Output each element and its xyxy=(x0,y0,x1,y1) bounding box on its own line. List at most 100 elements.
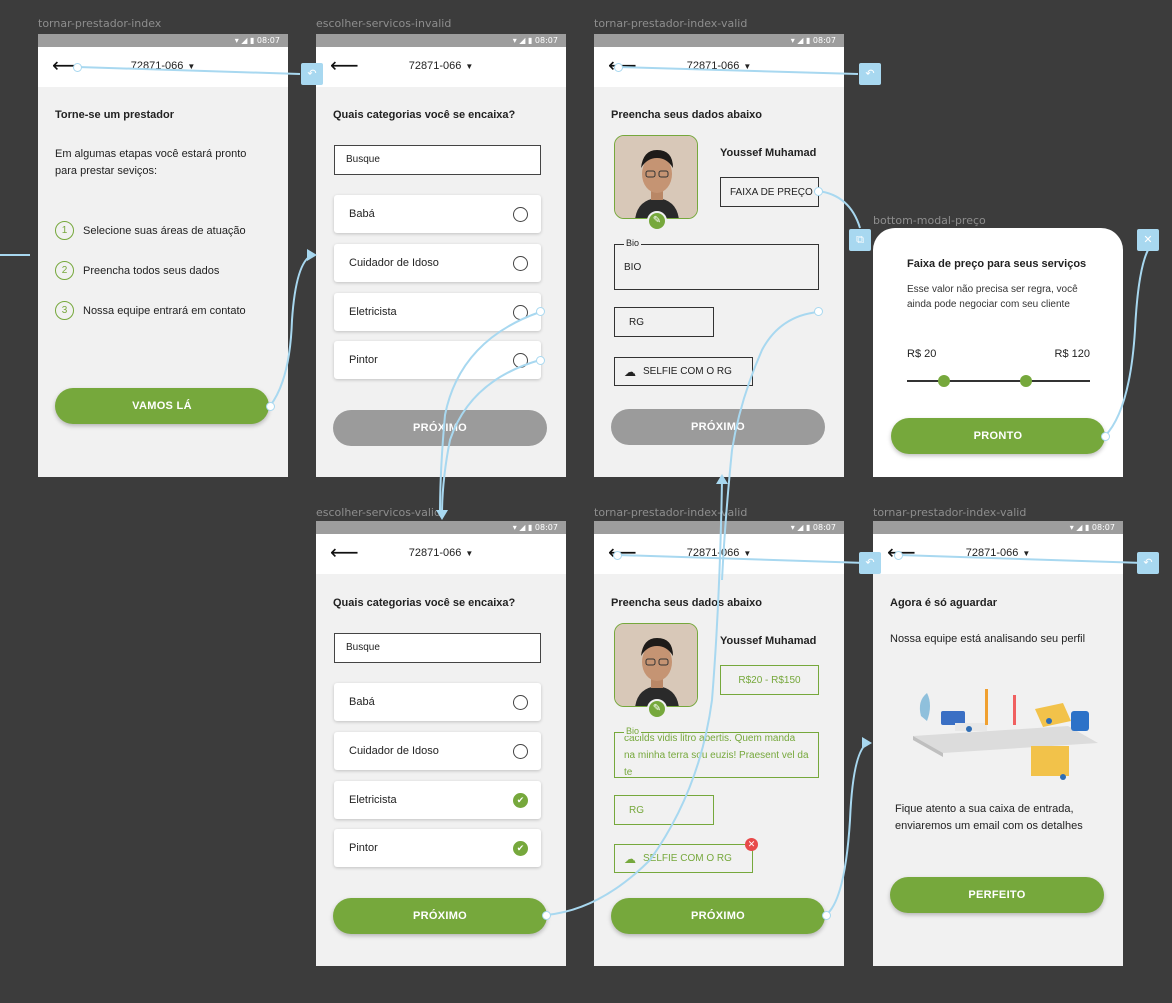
page-title: Preencha seus dados abaixo xyxy=(611,597,763,609)
cep-selector[interactable]: 72871-066 ▼ xyxy=(316,547,566,559)
page-title: Preencha seus dados abaixo xyxy=(611,109,763,121)
back-link-icon[interactable]: ↶ xyxy=(859,552,881,574)
user-name: Youssef Muhamad xyxy=(720,147,817,159)
page-title: Quais categorias você se encaixa? xyxy=(333,597,516,609)
radio-icon[interactable] xyxy=(513,207,528,222)
service-item[interactable]: Cuidador de Idoso xyxy=(334,244,541,282)
link-anchor xyxy=(536,307,545,316)
team-analysis-illustration xyxy=(913,689,1098,780)
rg-field[interactable]: RG xyxy=(614,795,714,825)
back-link-icon[interactable]: ↶ xyxy=(1137,552,1159,574)
step-item: 2 Preencha todos seus dados xyxy=(55,261,219,280)
link-anchor xyxy=(613,551,622,560)
service-label: Babá xyxy=(349,208,375,220)
close-icon[interactable]: ✕ xyxy=(1137,229,1159,251)
check-icon[interactable]: ✔ xyxy=(513,841,528,856)
service-item[interactable]: Babá xyxy=(334,683,541,721)
caret-down-icon: ▼ xyxy=(743,549,752,558)
back-link-icon[interactable]: ↶ xyxy=(301,63,323,85)
screen-profile-empty: ▾ ◢ ▮ 08:07 ⟵ 72871-066▼ Preencha seus d… xyxy=(594,34,844,477)
step-number: 1 xyxy=(55,221,74,240)
edit-icon[interactable]: ✎ xyxy=(647,699,667,719)
screen-services-valid: ▾ ◢ ▮ 08:07 ⟵ 72871-066 ▼ Quais categoria… xyxy=(316,521,566,966)
back-link-icon[interactable]: ↶ xyxy=(859,63,881,85)
edit-icon[interactable]: ✎ xyxy=(647,211,667,231)
cloud-upload-icon: ☁ xyxy=(624,364,636,379)
rg-field[interactable]: RG xyxy=(614,307,714,337)
radio-icon[interactable] xyxy=(513,744,528,759)
selfie-label: SELFIE COM O RG xyxy=(643,366,732,377)
bio-field[interactable]: cacilds vidis litro abertis. Quem manda … xyxy=(614,732,819,778)
search-input[interactable]: Busque xyxy=(334,633,541,663)
cep-selector[interactable]: 72871-066 ▼ xyxy=(316,60,566,72)
service-label: Babá xyxy=(349,696,375,708)
link-anchor xyxy=(542,911,551,920)
caret-down-icon: ▼ xyxy=(1022,549,1031,558)
price-slider-max-handle[interactable] xyxy=(1019,375,1032,387)
price-slider-track[interactable] xyxy=(907,380,1090,382)
service-item[interactable]: Eletricista ✔ xyxy=(334,781,541,819)
proximo-button[interactable]: PRÓXIMO xyxy=(333,898,547,934)
proximo-button-disabled[interactable]: PRÓXIMO xyxy=(611,409,825,445)
modal-title: Faixa de preço para seus serviços xyxy=(907,258,1087,270)
bio-field[interactable]: BIO xyxy=(614,244,819,290)
vamos-la-button[interactable]: VAMOS LÁ xyxy=(55,388,269,424)
caret-down-icon: ▼ xyxy=(465,62,474,71)
overlay-link-icon[interactable]: ⧉ xyxy=(849,229,871,251)
radio-icon[interactable] xyxy=(513,305,528,320)
cep-label: 72871-066 xyxy=(965,547,1019,559)
frame-label: tornar-prestador-index xyxy=(38,17,162,30)
price-min-label: R$ 20 xyxy=(907,348,937,360)
step-number: 3 xyxy=(55,301,74,320)
frame-label: tornar-prestador-index-valid xyxy=(873,506,1027,519)
step-item: 1 Selecione suas áreas de atuação xyxy=(55,221,246,240)
selfie-upload-button[interactable]: ☁ SELFIE COM O RG xyxy=(614,844,753,873)
link-anchor xyxy=(73,63,82,72)
cep-selector[interactable]: 72871-066 ▼ xyxy=(594,547,844,559)
link-anchor xyxy=(894,551,903,560)
service-label: Pintor xyxy=(349,842,378,854)
price-range-field[interactable]: R$20 - R$150 xyxy=(720,665,819,695)
status-bar: ▾ ◢ ▮ 08:07 xyxy=(316,521,566,534)
page-title: Torne-se um prestador xyxy=(55,109,174,121)
pronto-button[interactable]: PRONTO xyxy=(891,418,1105,454)
perfeito-button[interactable]: PERFEITO xyxy=(890,877,1104,913)
bio-label: Bio xyxy=(624,726,642,736)
service-item[interactable]: Pintor ✔ xyxy=(334,829,541,867)
radio-icon[interactable] xyxy=(513,353,528,368)
proximo-button-disabled[interactable]: PRÓXIMO xyxy=(333,410,547,446)
service-item[interactable]: Eletricista xyxy=(334,293,541,331)
service-label: Pintor xyxy=(349,354,378,366)
check-icon[interactable]: ✔ xyxy=(513,793,528,808)
profile-photo[interactable] xyxy=(614,135,698,219)
screen-profile-filled: ▾ ◢ ▮ 08:07 ⟵ 72871-066 ▼ Preencha seus d… xyxy=(594,521,844,966)
price-slider-min-handle[interactable] xyxy=(937,375,950,387)
search-input[interactable]: Busque xyxy=(334,145,541,175)
cep-selector[interactable]: 72871-066 ▼ xyxy=(873,547,1123,559)
remove-icon[interactable]: ✕ xyxy=(745,838,758,851)
service-item[interactable]: Babá xyxy=(334,195,541,233)
selfie-upload-button[interactable]: ☁ SELFIE COM O RG xyxy=(614,357,753,386)
user-name: Youssef Muhamad xyxy=(720,635,817,647)
profile-photo[interactable] xyxy=(614,623,698,707)
service-item[interactable]: Cuidador de Idoso xyxy=(334,732,541,770)
caret-down-icon: ▼ xyxy=(743,62,752,71)
step-label: Preencha todos seus dados xyxy=(83,264,220,277)
avatar-illustration xyxy=(615,136,697,218)
frame-label: tornar-prestador-index-valid xyxy=(594,17,748,30)
radio-icon[interactable] xyxy=(513,695,528,710)
step-label: Selecione suas áreas de atuação xyxy=(83,224,246,237)
proximo-button[interactable]: PRÓXIMO xyxy=(611,898,825,934)
page-title: Agora é só aguardar xyxy=(890,597,997,609)
app-bar: ⟵ 72871-066▼ xyxy=(594,47,844,87)
link-anchor xyxy=(822,911,831,920)
radio-icon[interactable] xyxy=(513,256,528,271)
price-range-field[interactable]: FAIXA DE PREÇO xyxy=(720,177,819,207)
waiting-text-2: Fique atento a sua caixa de entrada, env… xyxy=(895,803,1083,832)
service-item[interactable]: Pintor xyxy=(334,341,541,379)
status-bar: ▾ ◢ ▮ 08:07 xyxy=(873,521,1123,534)
cep-selector[interactable]: 72871-066 ▼ xyxy=(594,60,844,72)
service-label: Eletricista xyxy=(349,306,397,318)
cep-label: 72871-066 xyxy=(686,547,740,559)
screen-waiting: ▾ ◢ ▮ 08:07 ⟵ 72871-066▼ Agora é só agua… xyxy=(873,521,1123,966)
